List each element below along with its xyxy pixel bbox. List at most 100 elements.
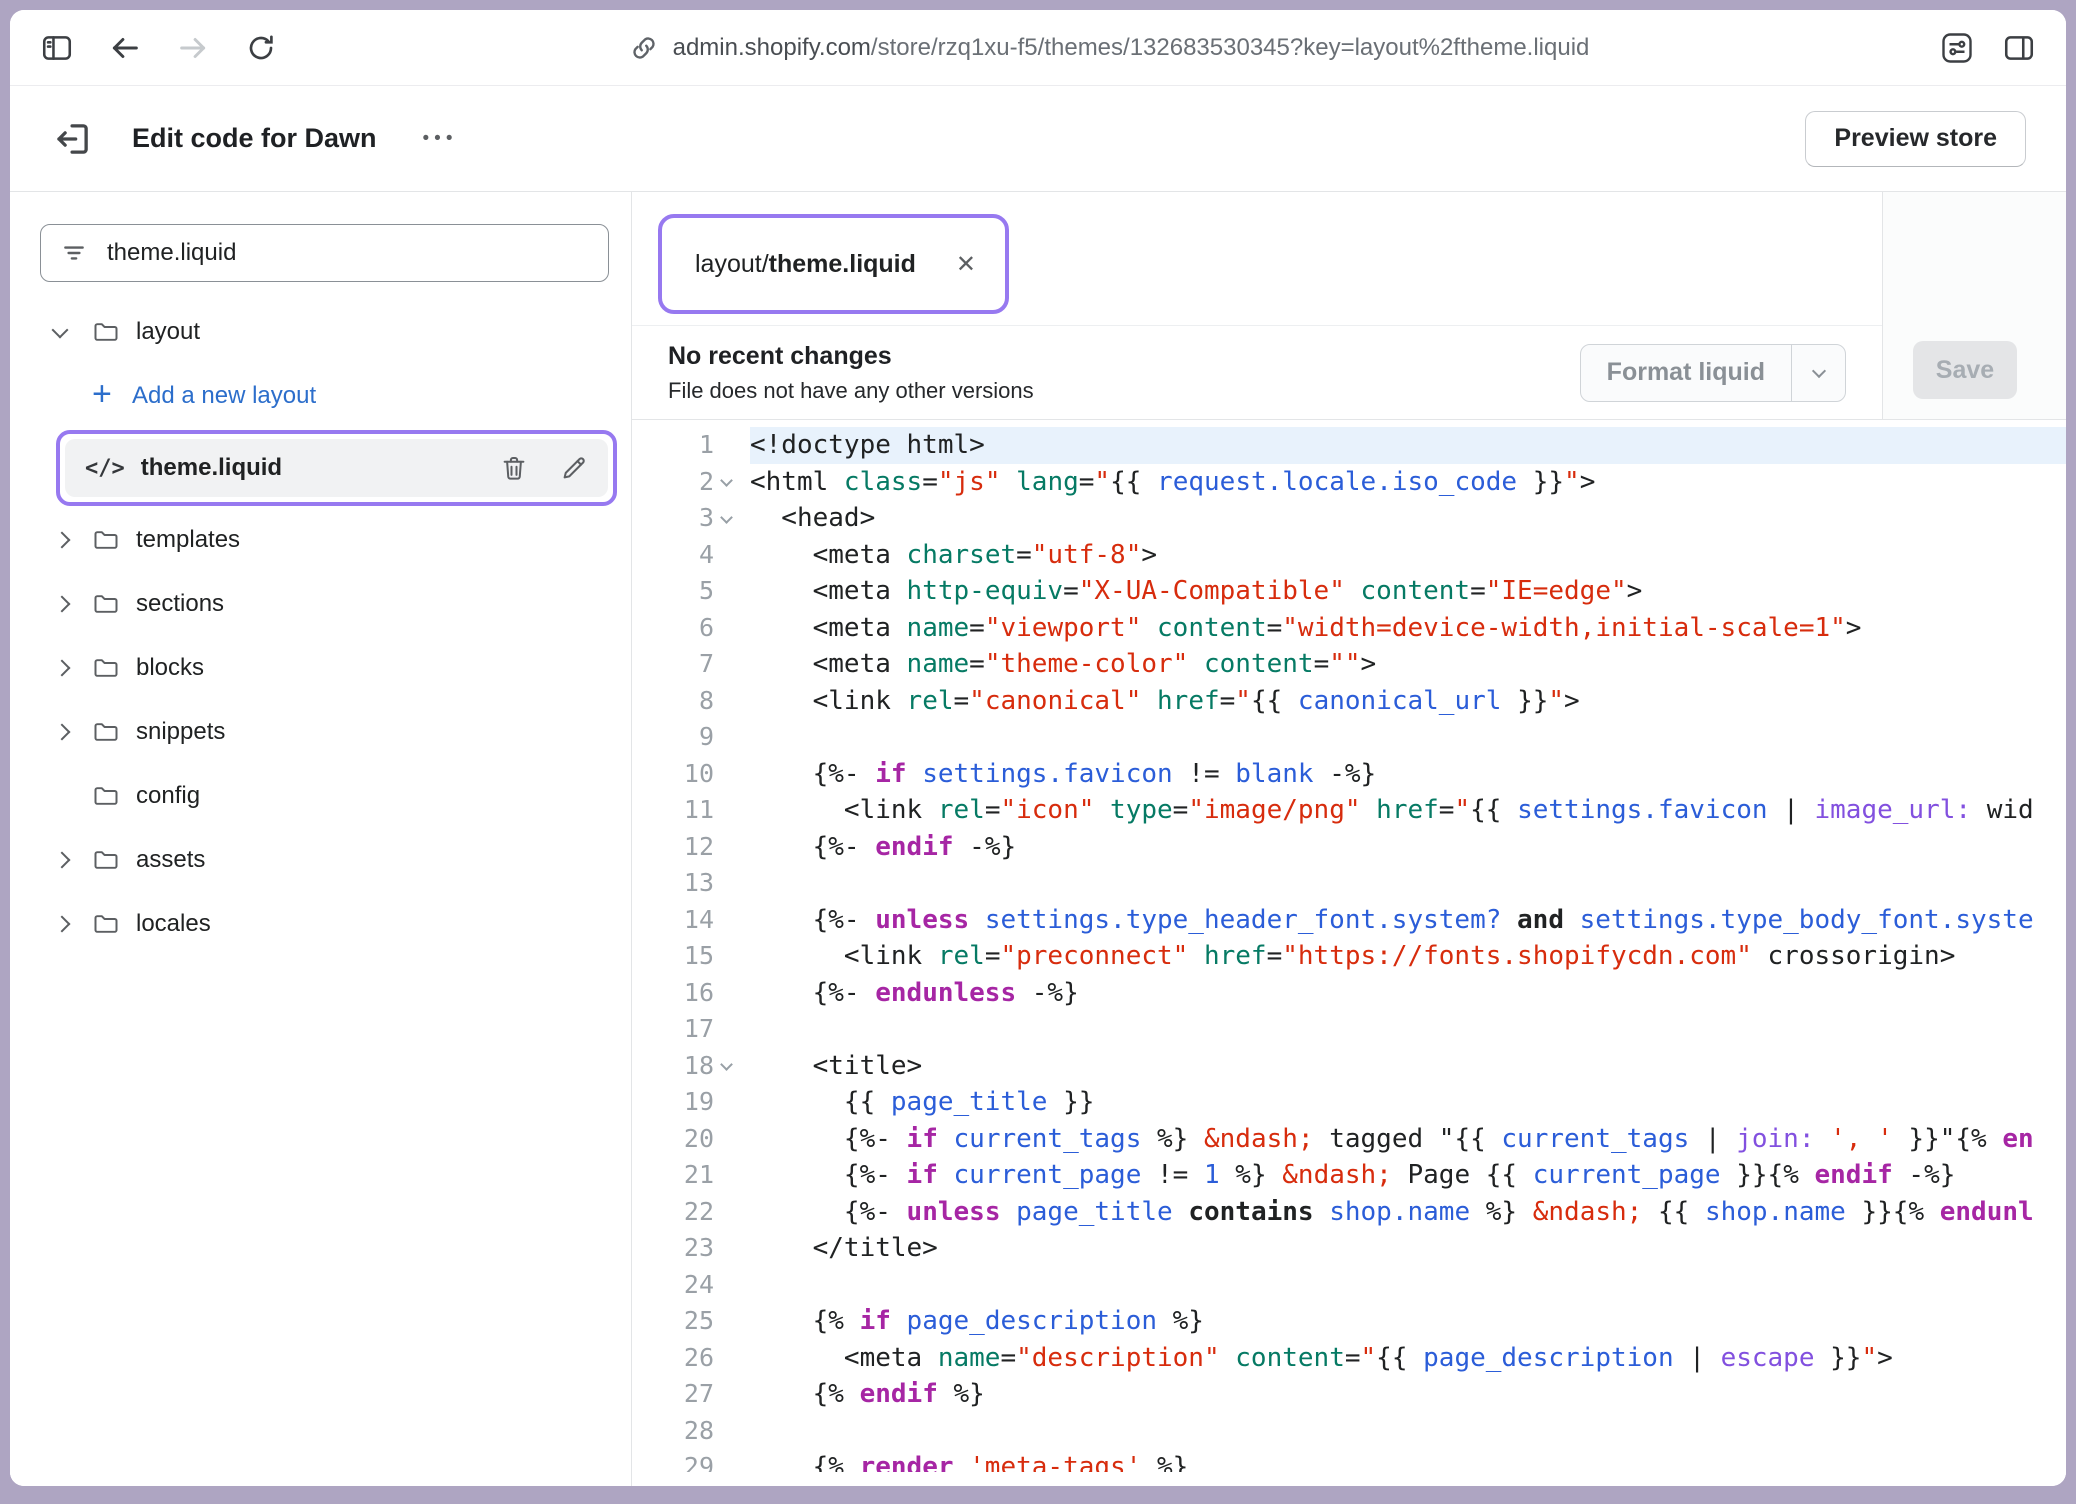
code-line-20[interactable]: 20 {%- if current_tags %} &ndash; tagged… [632, 1121, 2066, 1158]
code-line-5[interactable]: 5 <meta http-equiv="X-UA-Compatible" con… [632, 573, 2066, 610]
code-line-29[interactable]: 29 {% render 'meta-tags' %} [632, 1449, 2066, 1472]
fold-slot [714, 427, 750, 464]
chevron-right-icon[interactable] [54, 726, 92, 738]
format-dropdown-caret-icon[interactable] [1791, 345, 1845, 401]
code-line-16[interactable]: 16 {%- endunless -%} [632, 975, 2066, 1012]
browser-panel-right-icon[interactable] [2000, 29, 2038, 67]
code-line-14[interactable]: 14 {%- unless settings.type_header_font.… [632, 902, 2066, 939]
back-icon[interactable] [106, 29, 144, 67]
code-line-9[interactable]: 9 [632, 719, 2066, 756]
fold-slot [714, 683, 750, 720]
delete-file-button[interactable] [492, 446, 536, 490]
code-line-2[interactable]: 2<html class="js" lang="{{ request.local… [632, 464, 2066, 501]
code-text [750, 1413, 2066, 1450]
code-line-27[interactable]: 27 {% endif %} [632, 1376, 2066, 1413]
code-line-15[interactable]: 15 <link rel="preconnect" href="https://… [632, 938, 2066, 975]
line-number: 17 [632, 1011, 714, 1048]
browser-customize-icon[interactable] [1938, 29, 1976, 67]
folder-label: locales [136, 910, 211, 938]
more-menu-icon[interactable]: ••• [419, 122, 462, 156]
add-layout-label: Add a new layout [132, 382, 316, 410]
sidebar-folder-assets[interactable]: assets [10, 828, 631, 892]
chevron-right-icon[interactable] [54, 534, 92, 546]
rename-file-button[interactable] [552, 446, 596, 490]
preview-store-button[interactable]: Preview store [1805, 111, 2026, 167]
sidebar-folder-sections[interactable]: sections [10, 572, 631, 636]
sidebar-folder-layout[interactable]: layout [10, 300, 631, 364]
fold-chevron-icon[interactable] [714, 1048, 750, 1085]
code-line-28[interactable]: 28 [632, 1413, 2066, 1450]
line-number: 10 [632, 756, 714, 793]
code-line-4[interactable]: 4 <meta charset="utf-8"> [632, 537, 2066, 574]
sidebar-folder-locales[interactable]: locales [10, 892, 631, 956]
file-filter-field[interactable] [40, 224, 609, 282]
code-line-10[interactable]: 10 {%- if settings.favicon != blank -%} [632, 756, 2066, 793]
fold-slot [714, 1376, 750, 1413]
code-line-3[interactable]: 3 <head> [632, 500, 2066, 537]
tab-layout-theme-liquid[interactable]: layout/theme.liquid ✕ [667, 223, 1000, 305]
save-button[interactable]: Save [1913, 341, 2017, 399]
code-line-8[interactable]: 8 <link rel="canonical" href="{{ canonic… [632, 683, 2066, 720]
code-text [750, 719, 2066, 756]
code-line-19[interactable]: 19 {{ page_title }} [632, 1084, 2066, 1121]
code-line-6[interactable]: 6 <meta name="viewport" content="width=d… [632, 610, 2066, 647]
exit-editor-button[interactable] [50, 116, 96, 162]
fold-slot [714, 646, 750, 683]
code-editor[interactable]: 1<!doctype html>2<html class="js" lang="… [632, 420, 2066, 1472]
content-area: layout+Add a new layout </>theme.liquid te… [10, 192, 2066, 1486]
code-line-12[interactable]: 12 {%- endif -%} [632, 829, 2066, 866]
code-line-24[interactable]: 24 [632, 1267, 2066, 1304]
code-line-26[interactable]: 26 <meta name="description" content="{{ … [632, 1340, 2066, 1377]
code-line-23[interactable]: 23 </title> [632, 1230, 2066, 1267]
chevron-right-icon[interactable] [54, 918, 92, 930]
editor-top-section: layout/theme.liquid ✕ No recent changes … [632, 192, 2066, 420]
format-liquid-button[interactable]: Format liquid [1580, 344, 1846, 402]
annotation-ring-tab: layout/theme.liquid ✕ [658, 214, 1009, 314]
screenshot-frame: admin.shopify.com/store/rzq1xu-f5/themes… [0, 0, 2076, 1504]
code-text: {{ page_title }} [750, 1084, 2066, 1121]
code-line-7[interactable]: 7 <meta name="theme-color" content=""> [632, 646, 2066, 683]
fold-chevron-icon[interactable] [714, 500, 750, 537]
sidebar-folder-config[interactable]: config [10, 764, 631, 828]
link-icon [629, 33, 659, 63]
code-text: {% endif %} [750, 1376, 2066, 1413]
line-number: 7 [632, 646, 714, 683]
sidebar-add-layout-button[interactable]: +Add a new layout [10, 364, 631, 428]
line-number: 18 [632, 1048, 714, 1085]
browser-sidebar-toggle-icon[interactable] [38, 29, 76, 67]
fold-slot [714, 719, 750, 756]
code-line-13[interactable]: 13 [632, 865, 2066, 902]
code-text: <link rel="canonical" href="{{ canonical… [750, 683, 2066, 720]
tab-close-icon[interactable]: ✕ [946, 246, 986, 283]
sidebar-folder-templates[interactable]: templates [10, 508, 631, 572]
fold-slot [714, 1449, 750, 1472]
fold-chevron-icon[interactable] [714, 464, 750, 501]
chevron-right-icon[interactable] [54, 598, 92, 610]
line-number: 4 [632, 537, 714, 574]
file-filter-input[interactable] [105, 238, 588, 268]
sidebar-folder-snippets[interactable]: snippets [10, 700, 631, 764]
reload-icon[interactable] [242, 29, 280, 67]
chevron-right-icon[interactable] [54, 662, 92, 674]
code-text: {%- if settings.favicon != blank -%} [750, 756, 2066, 793]
code-text: <!doctype html> [750, 427, 2066, 464]
url-bar[interactable]: admin.shopify.com/store/rzq1xu-f5/themes… [280, 33, 1938, 63]
fold-slot [714, 610, 750, 647]
code-line-21[interactable]: 21 {%- if current_page != 1 %} &ndash; P… [632, 1157, 2066, 1194]
code-text: {%- endunless -%} [750, 975, 2066, 1012]
code-line-22[interactable]: 22 {%- unless page_title contains shop.n… [632, 1194, 2066, 1231]
folder-icon [92, 590, 136, 618]
chevron-down-icon[interactable] [54, 328, 92, 336]
code-line-1[interactable]: 1<!doctype html> [632, 427, 2066, 464]
sidebar-file-theme-liquid[interactable]: </>theme.liquid [65, 439, 608, 497]
sidebar-folder-blocks[interactable]: blocks [10, 636, 631, 700]
forward-icon[interactable] [174, 29, 212, 67]
code-line-11[interactable]: 11 <link rel="icon" type="image/png" hre… [632, 792, 2066, 829]
chevron-right-icon[interactable] [54, 854, 92, 866]
folder-label: sections [136, 590, 224, 618]
code-line-17[interactable]: 17 [632, 1011, 2066, 1048]
fold-slot [714, 829, 750, 866]
code-line-25[interactable]: 25 {% if page_description %} [632, 1303, 2066, 1340]
line-number: 21 [632, 1157, 714, 1194]
code-line-18[interactable]: 18 <title> [632, 1048, 2066, 1085]
